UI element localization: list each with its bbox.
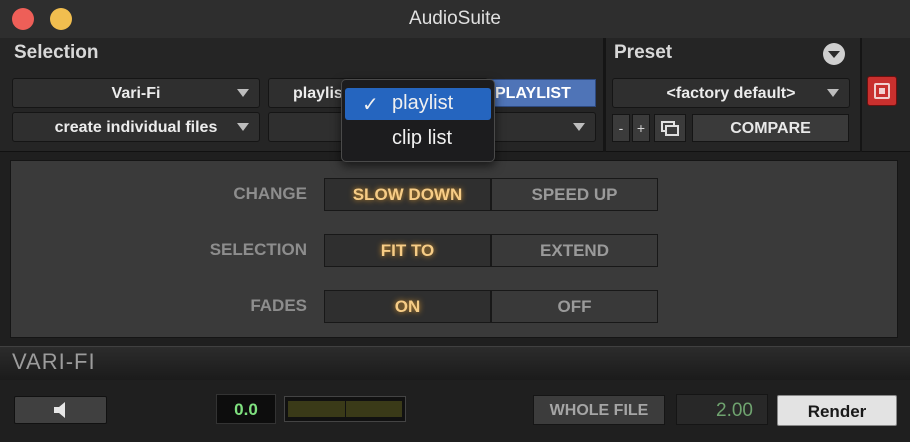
- chevron-down-icon: [573, 123, 585, 131]
- selection-label: Selection: [14, 42, 99, 63]
- level-meter: [284, 396, 406, 422]
- target-select-value: PLAYLIST: [495, 85, 571, 102]
- output-mode-select[interactable]: create individual files: [12, 112, 260, 142]
- brand-bar: [0, 346, 910, 380]
- window-title: AudioSuite: [409, 8, 501, 29]
- slow-down-button[interactable]: SLOW DOWN: [324, 178, 491, 211]
- preset-select-value: <factory default>: [666, 85, 796, 102]
- plugin-select-value: Vari-Fi: [111, 85, 161, 102]
- source-select-value: playlist: [293, 85, 349, 102]
- fades-label: FADES: [250, 296, 307, 315]
- footer: [0, 380, 910, 442]
- copy-settings-button[interactable]: [654, 114, 686, 142]
- divider: [603, 38, 606, 152]
- preview-button[interactable]: [14, 396, 107, 424]
- preset-label: Preset: [614, 42, 673, 63]
- menu-item-playlist[interactable]: playlist: [392, 92, 453, 115]
- plugin-brand-name: VARI-FI: [12, 349, 96, 374]
- plugin-select[interactable]: Vari-Fi: [12, 78, 260, 108]
- menu-item-clip-list[interactable]: clip list: [392, 127, 452, 150]
- preset-select[interactable]: <factory default>: [612, 78, 850, 108]
- render-button[interactable]: Render: [777, 395, 897, 426]
- speaker-icon: [54, 402, 65, 418]
- fades-off-button[interactable]: OFF: [491, 290, 658, 323]
- extend-button[interactable]: EXTEND: [491, 234, 658, 267]
- gain-readout[interactable]: 0.0: [216, 394, 276, 424]
- copy-icon: [661, 121, 679, 136]
- handle-length-field[interactable]: 2.00: [676, 394, 768, 425]
- chevron-down-icon: [827, 89, 839, 97]
- checkmark-icon: ✓: [362, 94, 379, 116]
- fit-to-button[interactable]: FIT TO: [324, 234, 491, 267]
- divider: [860, 38, 862, 152]
- output-mode-value: create individual files: [54, 119, 218, 136]
- preset-next-button[interactable]: +: [632, 114, 650, 142]
- fades-on-button[interactable]: ON: [324, 290, 491, 323]
- preset-menu-button[interactable]: [823, 43, 845, 65]
- compare-button[interactable]: COMPARE: [692, 114, 849, 142]
- change-label: CHANGE: [233, 184, 307, 203]
- chevron-down-icon: [237, 89, 249, 97]
- bypass-button[interactable]: [867, 76, 897, 106]
- speed-up-button[interactable]: SPEED UP: [491, 178, 658, 211]
- preset-previous-button[interactable]: -: [612, 114, 630, 142]
- whole-file-button[interactable]: WHOLE FILE: [533, 395, 665, 425]
- chevron-down-icon: [828, 51, 840, 58]
- selection-mode-label: SELECTION: [209, 240, 307, 259]
- chevron-down-icon: [237, 123, 249, 131]
- target-select[interactable]: PLAYLIST: [488, 79, 596, 107]
